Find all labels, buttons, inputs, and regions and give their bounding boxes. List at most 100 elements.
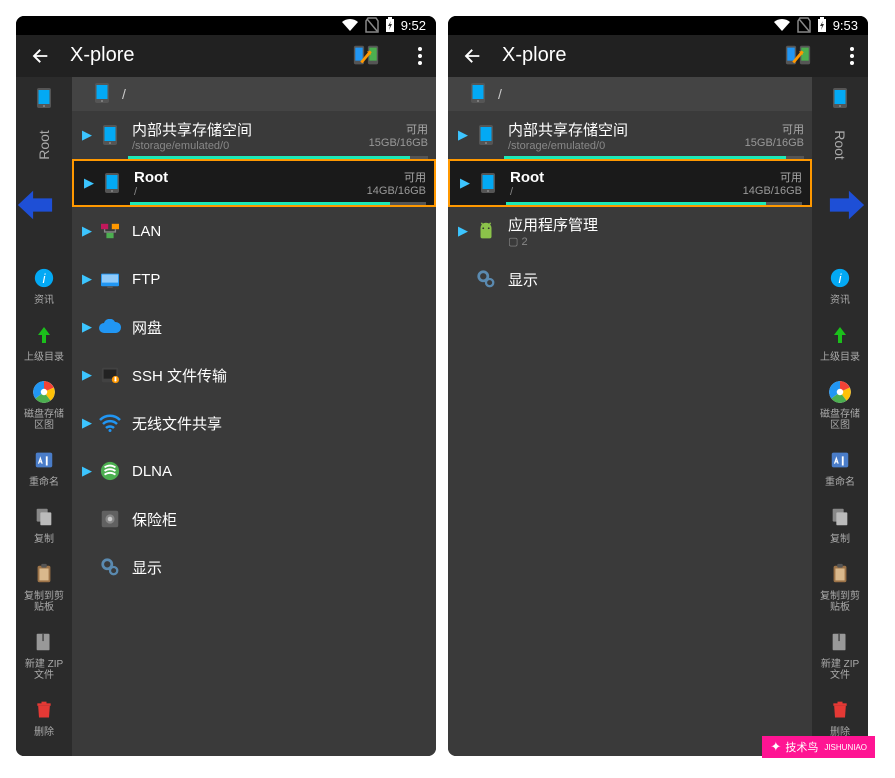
side-button-label: 磁盘存储区图 [22, 409, 66, 431]
list-entry-safe[interactable]: ▶保险柜 [72, 495, 436, 543]
side-button-info[interactable]: i资讯 [818, 263, 862, 306]
entry-sub: ▢ 2 [508, 235, 812, 248]
side-button-disk[interactable]: 磁盘存储区图 [22, 377, 66, 431]
battery-icon [817, 17, 827, 33]
pane-arrow-icon [828, 187, 868, 223]
side-button-zip[interactable]: 新建 ZIP 文件 [818, 627, 862, 681]
side-tab-label[interactable]: Root [832, 130, 848, 160]
dual-pane-icon[interactable] [784, 42, 812, 70]
entry-sub: / [134, 186, 367, 198]
wifi-status-icon [773, 18, 791, 32]
device-icon [94, 82, 112, 106]
entry-avail: 可用 [406, 121, 428, 137]
entry-size: 15GB/16GB [369, 137, 428, 149]
trash-icon [825, 695, 855, 725]
main-list: /▶内部共享存储空间/storage/emulated/0可用15GB/16GB… [72, 77, 436, 756]
list-entry-android[interactable]: ▶ 应用程序管理▢ 2 [448, 207, 812, 255]
main-list: /▶内部共享存储空间/storage/emulated/0可用15GB/16GB… [448, 77, 812, 756]
expand-chevron-icon[interactable]: ▶ [78, 367, 96, 383]
list-entry-root[interactable]: ▶Root/可用14GB/16GB [72, 159, 436, 207]
side-button-label: 新建 ZIP 文件 [818, 659, 862, 681]
expand-chevron-icon[interactable]: ▶ [78, 223, 96, 239]
entry-title: 无线文件共享 [132, 413, 436, 434]
ssh-icon [96, 361, 124, 389]
status-time: 9:53 [833, 18, 858, 33]
side-button-trash[interactable]: 删除 [22, 695, 66, 738]
list-entry-cloud[interactable]: ▶网盘 [72, 303, 436, 351]
copy-icon [29, 502, 59, 532]
expand-chevron-icon[interactable]: ▶ [454, 223, 472, 239]
rename-icon [825, 445, 855, 475]
expand-chevron-icon[interactable]: ▶ [78, 127, 96, 143]
list-entry-dlna[interactable]: ▶DLNA [72, 447, 436, 495]
expand-chevron-icon[interactable]: ▶ [456, 175, 474, 191]
side-button-up[interactable]: 上级目录 [818, 320, 862, 363]
disk-icon [29, 377, 59, 407]
side-button-copy[interactable]: 复制 [818, 502, 862, 545]
list-entry-storage[interactable]: ▶内部共享存储空间/storage/emulated/0可用15GB/16GB [72, 111, 436, 159]
side-button-zip[interactable]: 新建 ZIP 文件 [22, 627, 66, 681]
expand-chevron-icon[interactable]: ▶ [78, 415, 96, 431]
side-button-label: 重命名 [825, 477, 855, 488]
trash-icon [29, 695, 59, 725]
list-entry-wifi[interactable]: ▶ 无线文件共享 [72, 399, 436, 447]
entry-title: 显示 [132, 557, 436, 578]
overflow-menu[interactable] [412, 41, 428, 71]
side-button-label: 删除 [34, 727, 54, 738]
side-button-info[interactable]: i资讯 [22, 263, 66, 306]
side-button-clip[interactable]: 复制到剪贴板 [22, 559, 66, 613]
side-button-copy[interactable]: 复制 [22, 502, 66, 545]
list-entry-ftp[interactable]: ▶ FTP [72, 255, 436, 303]
back-button[interactable] [28, 44, 52, 68]
list-entry-root[interactable]: ▶Root/可用14GB/16GB [448, 159, 812, 207]
up-icon [825, 320, 855, 350]
side-button-label: 新建 ZIP 文件 [22, 659, 66, 681]
device-icon [470, 82, 488, 106]
side-button-label: 复制到剪贴板 [818, 591, 862, 613]
list-entry-ssh[interactable]: ▶SSH 文件传输 [72, 351, 436, 399]
battery-icon [385, 17, 395, 33]
up-icon [29, 320, 59, 350]
entry-title: 内部共享存储空间 [132, 119, 369, 140]
side-button-disk[interactable]: 磁盘存储区图 [818, 377, 862, 431]
breadcrumb[interactable]: / [72, 77, 436, 111]
watermark-sub: JISHUNIAO [824, 743, 867, 752]
entry-size: 15GB/16GB [745, 137, 804, 149]
entry-title: 应用程序管理 [508, 214, 812, 235]
side-button-clip[interactable]: 复制到剪贴板 [818, 559, 862, 613]
list-entry-storage[interactable]: ▶内部共享存储空间/storage/emulated/0可用15GB/16GB [448, 111, 812, 159]
breadcrumb-path: / [122, 86, 126, 102]
side-button-label: 上级目录 [24, 352, 64, 363]
expand-chevron-icon[interactable]: ▶ [78, 271, 96, 287]
breadcrumb[interactable]: / [448, 77, 812, 111]
dlna-icon [96, 457, 124, 485]
status-time: 9:52 [401, 18, 426, 33]
side-button-trash[interactable]: 删除 [818, 695, 862, 738]
side-phone-icon [827, 83, 853, 113]
list-entry-gear[interactable]: ▶显示 [72, 543, 436, 591]
ftp-icon [96, 265, 124, 293]
expand-chevron-icon[interactable]: ▶ [454, 127, 472, 143]
entry-title: 显示 [508, 269, 812, 290]
entry-title: FTP [132, 271, 436, 288]
phone-icon [472, 121, 500, 149]
status-bar: 9:53 [448, 16, 868, 35]
side-button-label: 复制到剪贴板 [22, 591, 66, 613]
expand-chevron-icon[interactable]: ▶ [78, 463, 96, 479]
side-tab-label[interactable]: Root [36, 130, 52, 160]
expand-chevron-icon[interactable]: ▶ [80, 175, 98, 191]
dual-pane-icon[interactable] [352, 42, 380, 70]
side-button-rename[interactable]: 重命名 [22, 445, 66, 488]
side-button-up[interactable]: 上级目录 [22, 320, 66, 363]
overflow-menu[interactable] [844, 41, 860, 71]
info-icon: i [29, 263, 59, 293]
side-button-label: 上级目录 [820, 352, 860, 363]
entry-title: LAN [132, 223, 436, 240]
list-entry-gear[interactable]: ▶显示 [448, 255, 812, 303]
entry-avail: 可用 [782, 121, 804, 137]
expand-chevron-icon[interactable]: ▶ [78, 319, 96, 335]
lan-icon [96, 217, 124, 245]
list-entry-lan[interactable]: ▶ LAN [72, 207, 436, 255]
back-button[interactable] [460, 44, 484, 68]
side-button-rename[interactable]: 重命名 [818, 445, 862, 488]
